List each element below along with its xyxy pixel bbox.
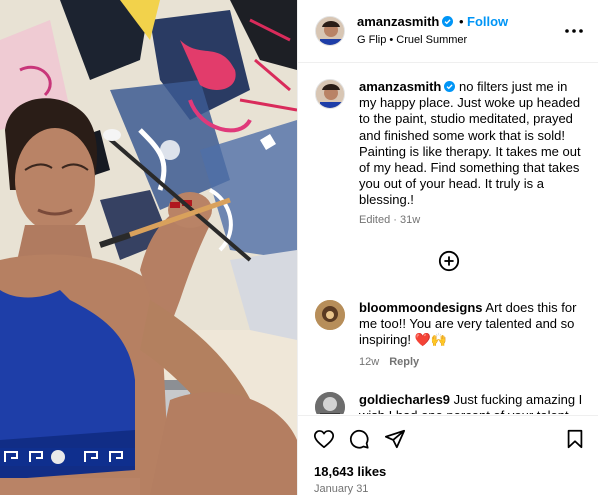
comment-username[interactable]: goldiecharles9: [359, 392, 450, 407]
comment-meta: 12w Reply: [359, 356, 419, 368]
add-circle-icon[interactable]: [438, 250, 460, 272]
follow-button[interactable]: Follow: [467, 14, 508, 29]
comment-icon[interactable]: [348, 428, 370, 450]
author-avatar[interactable]: [315, 16, 345, 46]
author-username[interactable]: amanzasmith: [357, 14, 454, 29]
header-separator: •: [459, 14, 464, 29]
likes-count[interactable]: 18,643 likes: [314, 464, 386, 479]
commenter-avatar[interactable]: [315, 392, 345, 414]
caption-username[interactable]: amanzasmith: [359, 79, 441, 94]
bookmark-icon[interactable]: [564, 428, 586, 450]
share-icon[interactable]: [384, 428, 406, 450]
post-date[interactable]: January 31: [314, 483, 368, 495]
comments-scroll-area[interactable]: amanzasmith no filters just me in my hap…: [298, 64, 598, 414]
post-photo[interactable]: [0, 0, 297, 495]
caption-meta: Edited · 31w: [359, 214, 421, 226]
post-header: amanzasmith • Follow G Flip • Cruel Summ…: [298, 0, 598, 63]
reply-button[interactable]: Reply: [389, 356, 419, 368]
comment-item: goldiecharles9 Just fucking amazing I wi…: [359, 392, 587, 414]
post-caption: amanzasmith no filters just me in my hap…: [359, 79, 587, 209]
heart-icon[interactable]: [313, 428, 335, 450]
verified-badge-icon: [444, 81, 456, 92]
post-actions-bar: 18,643 likes January 31: [298, 415, 598, 495]
post-image: [0, 0, 297, 495]
more-options-icon[interactable]: [564, 24, 584, 38]
audio-link[interactable]: G Flip • Cruel Summer: [357, 34, 467, 46]
comment-age: 12w: [359, 356, 380, 368]
commenter-avatar[interactable]: [315, 300, 345, 330]
post-details-panel: amanzasmith • Follow G Flip • Cruel Summ…: [297, 0, 598, 495]
comment-username[interactable]: bloommoondesigns: [359, 300, 483, 315]
author-username-text[interactable]: amanzasmith: [357, 14, 439, 29]
verified-badge-icon: [442, 16, 454, 27]
comment-item: bloommoondesigns Art does this for me to…: [359, 300, 587, 349]
caption-avatar[interactable]: [315, 79, 345, 109]
caption-text: no filters just me in my happy place. Ju…: [359, 79, 581, 208]
